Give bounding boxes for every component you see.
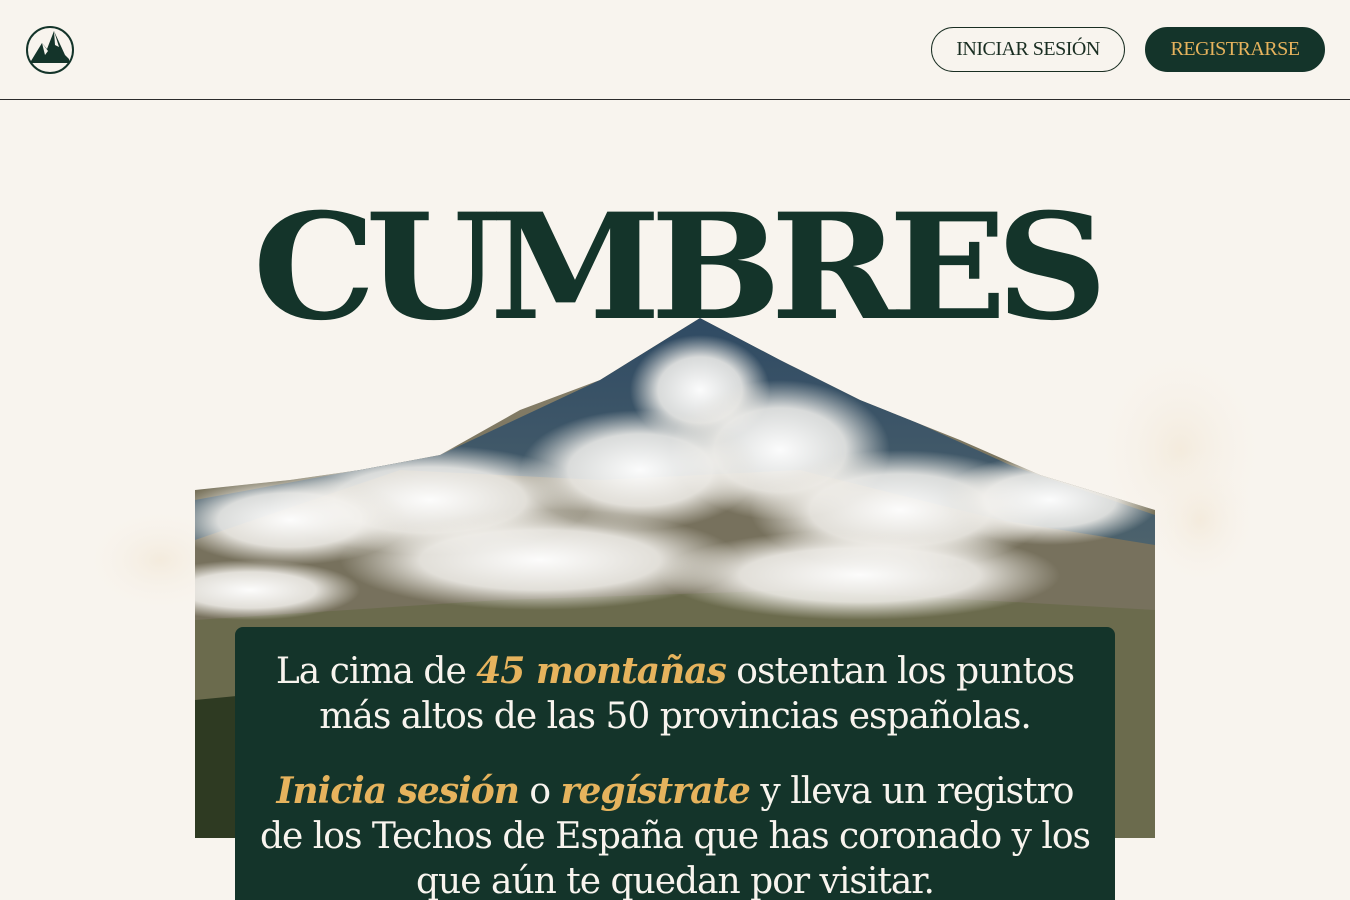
intro-text-start: La cima de bbox=[275, 651, 477, 692]
intro-paragraph: La cima de 45 montañas ostentan los punt… bbox=[255, 649, 1095, 739]
page: CUMBRES INICIAR SESIÓN REGISTRARSE La ci… bbox=[0, 0, 1350, 900]
login-button[interactable]: INICIAR SESIÓN bbox=[931, 27, 1125, 72]
mountain-count-highlight: 45 montañas bbox=[476, 650, 727, 692]
cta-paragraph: Inicia sesión o regístrate y lleva un re… bbox=[255, 769, 1095, 900]
top-header: INICIAR SESIÓN REGISTRARSE bbox=[0, 0, 1350, 100]
cta-or-text: o bbox=[518, 771, 561, 812]
register-button[interactable]: REGISTRARSE bbox=[1145, 27, 1325, 72]
login-link[interactable]: Inicia sesión bbox=[277, 770, 520, 812]
mountain-logo-icon[interactable] bbox=[25, 25, 75, 75]
register-link[interactable]: regístrate bbox=[561, 770, 751, 812]
hero-title: CUMBRES bbox=[252, 182, 1108, 353]
info-card: La cima de 45 montañas ostentan los punt… bbox=[235, 627, 1115, 900]
